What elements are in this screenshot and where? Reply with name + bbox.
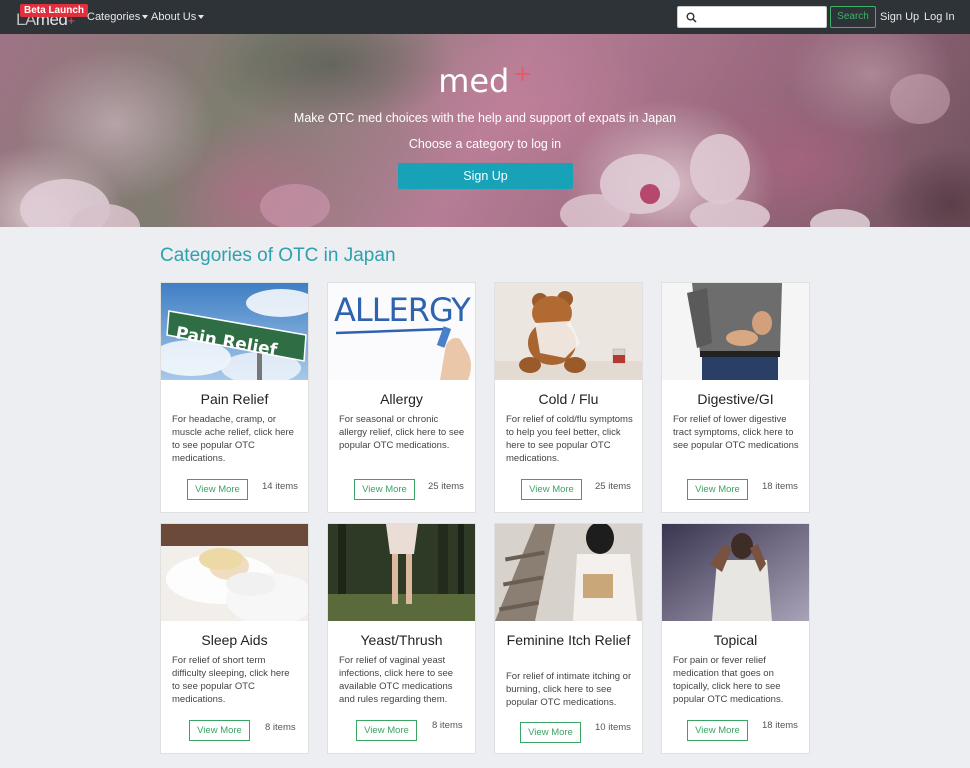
item-count: 8 items bbox=[265, 722, 296, 733]
hero-banner: med + Make OTC med choices with the help … bbox=[0, 34, 970, 227]
card-description: For relief of vaginal yeast infections, … bbox=[339, 655, 454, 705]
view-more-button[interactable]: View More bbox=[189, 720, 250, 741]
allergy-image: ALLERGY bbox=[328, 283, 475, 380]
view-more-button[interactable]: View More bbox=[354, 479, 415, 500]
categories-dropdown[interactable]: Categories bbox=[87, 11, 149, 23]
view-more-button[interactable]: View More bbox=[520, 722, 581, 743]
item-count: 25 items bbox=[428, 481, 464, 492]
category-card-feminine-itch[interactable]: Feminine Itch Relief For relief of intim… bbox=[494, 523, 643, 754]
hero-subtitle: Make OTC med choices with the help and s… bbox=[293, 111, 677, 125]
category-card-cold-flu[interactable]: Cold / Flu For relief of cold/flu sympto… bbox=[494, 282, 643, 513]
card-title: Yeast/Thrush bbox=[360, 632, 443, 648]
card-title: Cold / Flu bbox=[538, 391, 599, 407]
card-description: For headache, cramp, or muscle ache reli… bbox=[172, 414, 294, 464]
category-card-pain-relief[interactable]: Pain Relief Pain Relief For headache, cr… bbox=[160, 282, 309, 513]
yeast-thrush-image bbox=[328, 524, 475, 621]
search-input[interactable] bbox=[702, 9, 822, 25]
cold-flu-image bbox=[495, 283, 642, 380]
card-description: For seasonal or chronic allergy relief, … bbox=[339, 414, 465, 451]
search-icon bbox=[686, 12, 697, 23]
item-count: 14 items bbox=[262, 481, 298, 492]
chevron-down-icon bbox=[198, 15, 205, 20]
about-us-dropdown[interactable]: About Us bbox=[151, 11, 205, 23]
view-more-button[interactable]: View More bbox=[687, 720, 748, 741]
category-card-yeast-thrush[interactable]: Yeast/Thrush For relief of vaginal yeast… bbox=[327, 523, 476, 754]
card-description: For relief of intimate itching or burnin… bbox=[506, 671, 632, 708]
category-card-topical[interactable]: Topical For pain or fever relief medicat… bbox=[661, 523, 810, 754]
item-count: 8 items bbox=[432, 720, 463, 731]
feminine-itch-image bbox=[495, 524, 642, 621]
item-count: 25 items bbox=[595, 481, 631, 492]
category-card-sleep-aids[interactable]: Sleep Aids For relief of short term diff… bbox=[160, 523, 309, 754]
topical-image bbox=[662, 524, 809, 621]
signup-link[interactable]: Sign Up bbox=[880, 11, 919, 23]
card-title: Digestive/GI bbox=[697, 391, 774, 407]
navbar: LAmed+ Beta Launch Categories About Us S… bbox=[0, 0, 970, 34]
card-title: Pain Relief bbox=[200, 391, 269, 407]
card-title: Feminine Itch Relief bbox=[506, 632, 631, 648]
hero-prompt: Choose a category to log in bbox=[408, 137, 562, 151]
category-card-digestive[interactable]: Digestive/GI For relief of lower digesti… bbox=[661, 282, 810, 513]
svg-text:ALLERGY: ALLERGY bbox=[334, 291, 471, 329]
card-description: For pain or fever relief medication that… bbox=[673, 655, 784, 705]
card-title: Allergy bbox=[380, 391, 423, 407]
hero-title: med + bbox=[438, 62, 532, 100]
view-more-button[interactable]: View More bbox=[187, 479, 248, 500]
hero-signup-button[interactable]: Sign Up bbox=[398, 163, 573, 189]
card-description: For relief of cold/flu symptoms to help … bbox=[506, 414, 633, 464]
beta-badge: Beta Launch bbox=[20, 4, 89, 17]
view-more-button[interactable]: View More bbox=[687, 479, 748, 500]
item-count: 10 items bbox=[595, 722, 631, 733]
digestive-image bbox=[662, 283, 809, 380]
chevron-down-icon bbox=[142, 15, 149, 20]
card-title: Topical bbox=[713, 632, 758, 648]
search-field bbox=[677, 6, 827, 28]
category-card-allergy[interactable]: ALLERGY Allergy For seasonal or chronic … bbox=[327, 282, 476, 513]
card-description: For relief of lower digestive tract symp… bbox=[673, 414, 799, 451]
sleep-aids-image bbox=[161, 524, 308, 621]
view-more-button[interactable]: View More bbox=[521, 479, 582, 500]
pain-relief-image: Pain Relief bbox=[161, 283, 308, 380]
section-title: Categories of OTC in Japan bbox=[160, 245, 396, 266]
search-button[interactable]: Search bbox=[830, 6, 876, 28]
view-more-button[interactable]: View More bbox=[356, 720, 417, 741]
card-description: For relief of short term difficulty slee… bbox=[172, 655, 290, 705]
item-count: 18 items bbox=[762, 481, 798, 492]
login-link[interactable]: Log In bbox=[924, 11, 955, 23]
item-count: 18 items bbox=[762, 720, 798, 731]
card-title: Sleep Aids bbox=[201, 632, 268, 648]
brand-logo[interactable]: LAmed+ Beta Launch bbox=[14, 4, 89, 30]
